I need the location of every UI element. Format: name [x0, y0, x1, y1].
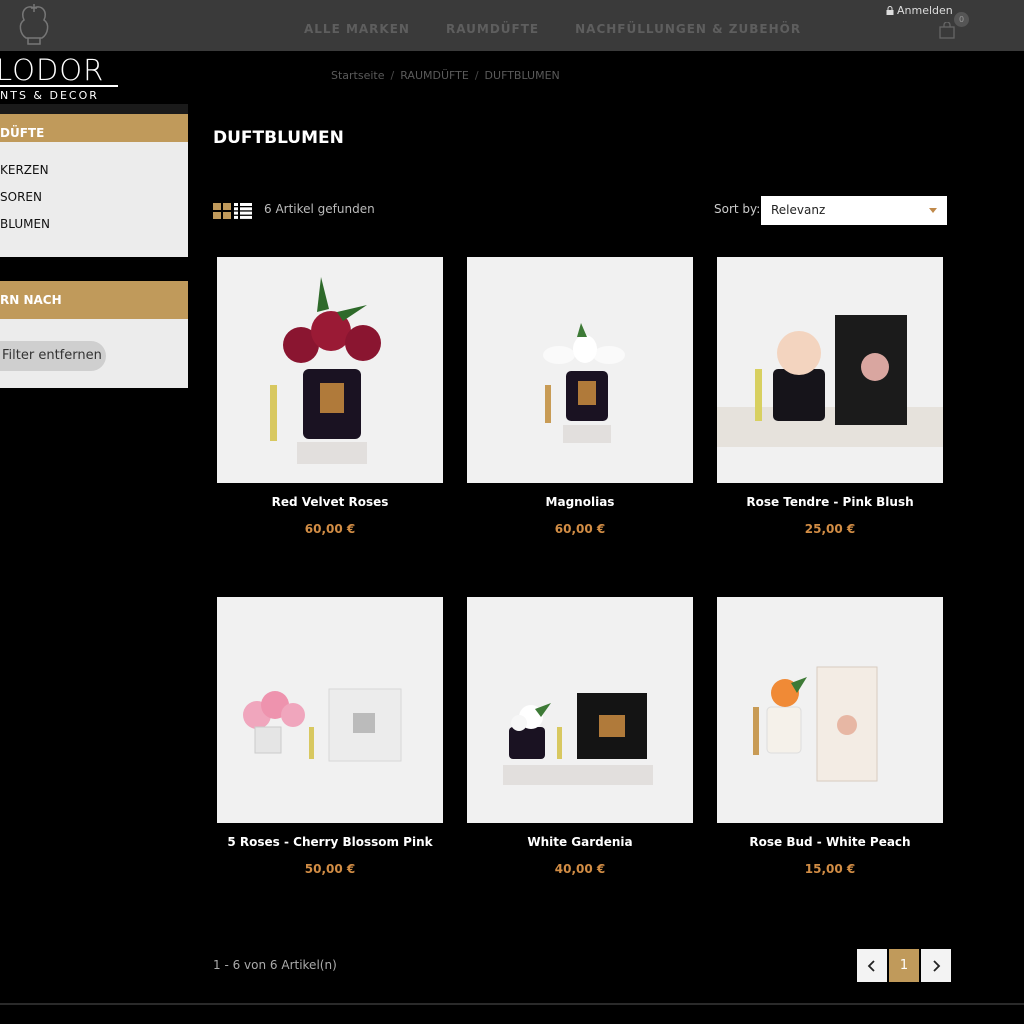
product-price: 25,00 € — [804, 522, 856, 536]
page-title: DUFTBLUMEN — [213, 128, 344, 148]
pagination-summary: 1 - 6 von 6 Artikel(n) — [213, 958, 337, 972]
product-name[interactable]: Red Velvet Roses — [217, 495, 443, 509]
cart-count-badge: 0 — [954, 12, 969, 27]
product-price: 50,00 € — [304, 862, 356, 876]
brand-emblem-icon[interactable] — [12, 2, 56, 48]
product-photo-5-roses — [217, 597, 443, 823]
product-card[interactable]: White Gardenia 40,00 € — [467, 597, 693, 876]
product-name[interactable]: Rose Tendre - Pink Blush — [717, 495, 943, 509]
list-view-icon[interactable] — [234, 203, 252, 219]
category-item-diffusoren[interactable]: SOREN — [0, 189, 188, 216]
product-name[interactable]: 5 Roses - Cherry Blossom Pink — [217, 835, 443, 849]
category-item-kerzen[interactable]: KERZEN — [0, 162, 188, 189]
breadcrumb-separator: / — [474, 69, 479, 82]
footer-divider — [0, 1003, 1024, 1005]
top-navigation-bar: ALLE MARKEN RAUMDÜFTE NACHFÜLLUNGEN & ZU… — [0, 0, 1024, 51]
caret-down-icon — [929, 208, 937, 213]
brand-tagline: NTS & DECOR — [0, 89, 99, 102]
category-list: KERZEN SOREN BLUMEN — [0, 142, 188, 243]
product-photo-rose-bud — [717, 597, 943, 823]
category-panel: DÜFTE KERZEN SOREN BLUMEN — [0, 104, 188, 257]
nav-alle-marken[interactable]: ALLE MARKEN — [304, 22, 410, 36]
product-price: 15,00 € — [804, 862, 856, 876]
breadcrumb: Startseite / RAUMDÜFTE / DUFTBLUMEN — [331, 69, 560, 82]
shopping-bag-icon — [939, 22, 955, 39]
product-name[interactable]: White Gardenia — [467, 835, 693, 849]
product-card[interactable]: Magnolias 60,00 € — [467, 257, 693, 536]
category-item-duftblumen[interactable]: BLUMEN — [0, 216, 188, 243]
product-count: 6 Artikel gefunden — [264, 202, 375, 216]
product-name[interactable]: Rose Bud - White Peach — [717, 835, 943, 849]
breadcrumb-raumduefte[interactable]: RAUMDÜFTE — [400, 69, 469, 82]
product-image[interactable] — [217, 257, 443, 483]
product-image[interactable] — [467, 257, 693, 483]
product-name[interactable]: Magnolias — [467, 495, 693, 509]
product-card[interactable]: Red Velvet Roses 60,00 € — [217, 257, 443, 536]
product-image[interactable] — [467, 597, 693, 823]
product-image[interactable] — [717, 257, 943, 483]
product-photo-red-roses — [217, 257, 443, 483]
main-nav: ALLE MARKEN RAUMDÜFTE NACHFÜLLUNGEN & ZU… — [304, 22, 801, 36]
product-price: 60,00 € — [304, 522, 356, 536]
pagination: 1 — [857, 949, 951, 982]
product-card[interactable]: Rose Tendre - Pink Blush 25,00 € — [717, 257, 943, 536]
category-panel-title: DÜFTE — [0, 104, 188, 142]
filter-panel: RN NACH Filter entfernen — [0, 281, 188, 388]
chevron-left-icon — [867, 960, 875, 972]
product-price: 40,00 € — [554, 862, 606, 876]
product-card[interactable]: 5 Roses - Cherry Blossom Pink 50,00 € — [217, 597, 443, 876]
chevron-right-icon — [933, 960, 941, 972]
brand-name: LODOR — [0, 53, 105, 87]
next-page-button[interactable] — [921, 949, 951, 982]
nav-raumduefte[interactable]: RAUMDÜFTE — [446, 22, 539, 36]
lock-icon — [886, 6, 894, 15]
product-image[interactable] — [717, 597, 943, 823]
product-photo-white-gardenia — [467, 597, 693, 823]
page-1-button[interactable]: 1 — [889, 949, 919, 982]
view-toggle — [213, 203, 252, 219]
filter-panel-title: RN NACH — [0, 281, 188, 319]
product-image[interactable] — [217, 597, 443, 823]
breadcrumb-separator: / — [390, 69, 395, 82]
product-photo-magnolias — [467, 257, 693, 483]
prev-page-button[interactable] — [857, 949, 887, 982]
product-price: 60,00 € — [554, 522, 606, 536]
breadcrumb-home[interactable]: Startseite — [331, 69, 385, 82]
remove-filter-button[interactable]: Filter entfernen — [0, 341, 106, 371]
nav-nachfuellungen[interactable]: NACHFÜLLUNGEN & ZUBEHÖR — [575, 22, 801, 36]
sort-value: Relevanz — [771, 203, 826, 217]
product-card[interactable]: Rose Bud - White Peach 15,00 € — [717, 597, 943, 876]
sort-label: Sort by: — [714, 202, 761, 216]
product-photo-rose-tendre — [717, 257, 943, 483]
sort-select[interactable]: Relevanz — [761, 196, 947, 225]
grid-view-icon[interactable] — [213, 203, 231, 219]
cart-button[interactable]: 0 — [938, 12, 970, 40]
brand-logo[interactable]: LODOR NTS & DECOR — [0, 55, 125, 102]
breadcrumb-current: DUFTBLUMEN — [484, 69, 560, 82]
